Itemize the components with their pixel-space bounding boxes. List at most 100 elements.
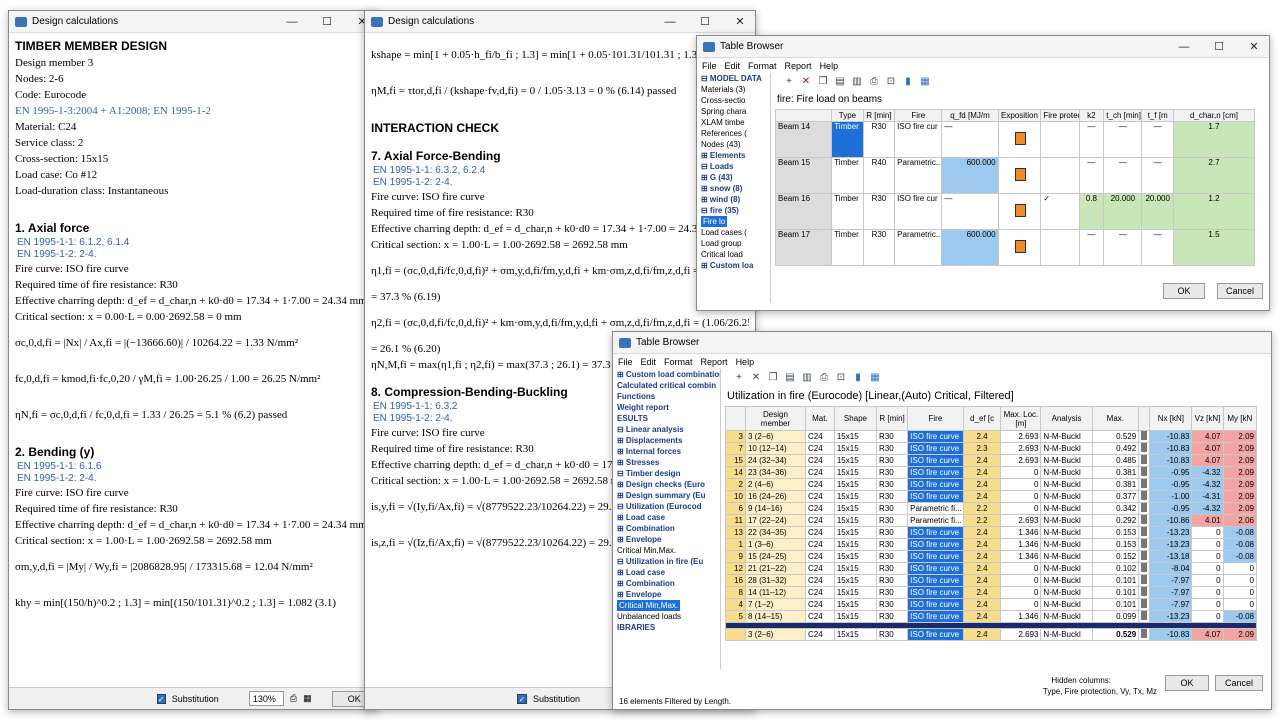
- table-cell[interactable]: [1040, 229, 1080, 266]
- table-cell[interactable]: 0: [1191, 610, 1224, 623]
- tree-item[interactable]: ⊞ Combination: [617, 523, 720, 534]
- table-cell[interactable]: -0.08: [1222, 526, 1258, 539]
- column-header[interactable]: Nx [kN]: [1149, 406, 1193, 431]
- menu-item-file[interactable]: File: [702, 61, 717, 71]
- table-cell[interactable]: 0: [1000, 466, 1042, 479]
- table-cell[interactable]: 15x15: [833, 526, 878, 539]
- table-cell[interactable]: 0: [1222, 562, 1258, 575]
- table-cell[interactable]: -10.83: [1149, 454, 1193, 467]
- table-cell[interactable]: R30: [876, 490, 909, 503]
- table-cell[interactable]: R30: [876, 610, 909, 623]
- summary-row[interactable]: 3 (2–6) C24 15x15 R30 ISO fire curve 2.4 2.693…: [725, 628, 1258, 641]
- add-icon[interactable]: +: [733, 372, 745, 383]
- table-cell[interactable]: -4.32: [1191, 502, 1224, 515]
- table-cell[interactable]: 2.693: [1000, 442, 1042, 455]
- table-cell[interactable]: [1138, 430, 1151, 443]
- table-cell[interactable]: —: [1141, 157, 1174, 194]
- table-cell[interactable]: 15x15: [833, 454, 878, 467]
- table-cell[interactable]: ISO fire curve: [907, 628, 964, 641]
- table-cell[interactable]: -4.32: [1191, 478, 1224, 491]
- table-row[interactable]: 5 8 (14–15) C24 15x15 R30 ISO fire curve 2.4 1.…: [725, 610, 1258, 623]
- table-cell[interactable]: ISO fire cur: [894, 193, 943, 230]
- table-cell[interactable]: R30: [876, 514, 909, 527]
- table-cell[interactable]: 28 (31–32): [744, 574, 806, 587]
- column-header[interactable]: Vz [kN]: [1191, 406, 1224, 431]
- table-row[interactable]: 13 22 (34–35) C24 15x15 R30 ISO fire curve 2.4…: [725, 526, 1258, 539]
- table-row[interactable]: 10 16 (24–26) C24 15x15 R30 ISO fire curve 2.4…: [725, 490, 1258, 503]
- table-cell[interactable]: -0.08: [1222, 538, 1258, 551]
- table-cell[interactable]: —: [1141, 229, 1174, 266]
- table-cell[interactable]: 2.4: [962, 562, 1002, 575]
- table-row[interactable]: 14 23 (34–36) C24 15x15 R30 ISO fire curve 2.4…: [725, 466, 1258, 479]
- table-cell[interactable]: 0: [1222, 598, 1258, 611]
- table-cell[interactable]: 2.693: [1000, 454, 1042, 467]
- table-cell[interactable]: -0.95: [1149, 502, 1193, 515]
- table-cell[interactable]: ✓: [1040, 193, 1080, 230]
- table-cell[interactable]: 0.101: [1091, 598, 1140, 611]
- table-cell[interactable]: C24: [804, 514, 835, 527]
- table-cell[interactable]: R30: [876, 478, 909, 491]
- paste-icon[interactable]: ▤: [834, 76, 846, 87]
- table-cell[interactable]: 8: [725, 586, 746, 599]
- table-cell[interactable]: 5: [725, 610, 746, 623]
- menu-item-help[interactable]: Help: [820, 61, 839, 71]
- table-cell[interactable]: [1138, 466, 1151, 479]
- table-cell[interactable]: C24: [804, 586, 835, 599]
- table-cell[interactable]: 4.07: [1191, 454, 1224, 467]
- table-cell[interactable]: ISO fire curve: [907, 598, 964, 611]
- tree-item[interactable]: IBRARIES: [617, 622, 720, 633]
- table-cell[interactable]: 0.101: [1091, 574, 1140, 587]
- tree-item[interactable]: Fire lo: [701, 216, 770, 227]
- table-cell[interactable]: Parametric fi...: [907, 514, 964, 527]
- table-cell[interactable]: 2.693: [1000, 628, 1042, 641]
- table-icon[interactable]: ▦: [303, 693, 312, 704]
- tree-item[interactable]: ⊞ Custom loa: [701, 260, 770, 271]
- tree-item[interactable]: Load group: [701, 238, 770, 249]
- tree-item[interactable]: ⊞ wind (8): [701, 194, 770, 205]
- table-cell[interactable]: N-M-Buckl: [1040, 538, 1093, 551]
- tree-item[interactable]: ⊞ Design checks (Euro: [617, 479, 720, 490]
- tree-item[interactable]: ⊞ Stresses: [617, 457, 720, 468]
- table-cell[interactable]: 15x15: [833, 442, 878, 455]
- table-cell[interactable]: C24: [804, 610, 835, 623]
- column-header[interactable]: [725, 406, 746, 431]
- table-cell[interactable]: ISO fire curve: [907, 478, 964, 491]
- table-cell[interactable]: R30: [876, 598, 909, 611]
- tree-item[interactable]: Critical Min,Max.: [617, 600, 720, 611]
- tree-item[interactable]: ⊟ Utilization (Eurocod: [617, 501, 720, 512]
- table-cell[interactable]: 14: [725, 466, 746, 479]
- table-cell[interactable]: N-M-Buckl: [1040, 454, 1093, 467]
- table-cell[interactable]: C24: [804, 502, 835, 515]
- table-cell[interactable]: 11: [725, 514, 746, 527]
- table-cell[interactable]: [1138, 442, 1151, 455]
- table-cell[interactable]: 14 (11–12): [744, 586, 806, 599]
- table-cell[interactable]: 15x15: [833, 514, 878, 527]
- table-cell[interactable]: Parametric...: [894, 157, 943, 194]
- table-cell[interactable]: 0: [1191, 562, 1224, 575]
- table-cell[interactable]: 0: [1000, 562, 1042, 575]
- table-cell[interactable]: Beam 17: [774, 229, 833, 266]
- table-cell[interactable]: 2.3: [962, 442, 1002, 455]
- table-cell[interactable]: 2.693: [1000, 514, 1042, 527]
- zoom-select[interactable]: 130%: [248, 691, 284, 706]
- tree-item[interactable]: ⊞ Design summary (Eu: [617, 490, 720, 501]
- tree-item[interactable]: ⊞ Combination: [617, 578, 720, 589]
- print-icon[interactable]: ⎙: [818, 372, 830, 383]
- table-cell[interactable]: R30: [876, 442, 909, 455]
- table-cell[interactable]: 10: [725, 490, 746, 503]
- tree-item[interactable]: ⊞ snow (8): [701, 183, 770, 194]
- table-cell[interactable]: 2.4: [962, 466, 1002, 479]
- table-cell[interactable]: —: [941, 121, 999, 158]
- table-row[interactable]: 9 15 (24–25) C24 15x15 R30 ISO fire curve 2.4 1…: [725, 550, 1258, 563]
- table-cell[interactable]: 600.000: [941, 229, 999, 266]
- table-cell[interactable]: -13.23: [1149, 610, 1193, 623]
- table-cell[interactable]: R30: [876, 454, 909, 467]
- column-header[interactable]: t_ch [min]: [1103, 109, 1143, 122]
- table-cell[interactable]: [1138, 562, 1151, 575]
- table-cell[interactable]: [997, 193, 1042, 230]
- table-cell[interactable]: 15x15: [833, 574, 878, 587]
- table-cell[interactable]: 2.4: [962, 574, 1002, 587]
- tree-item[interactable]: Materials (3): [701, 84, 770, 95]
- close-icon[interactable]: ✕: [725, 11, 755, 33]
- cancel-button[interactable]: Cancel: [1215, 675, 1263, 691]
